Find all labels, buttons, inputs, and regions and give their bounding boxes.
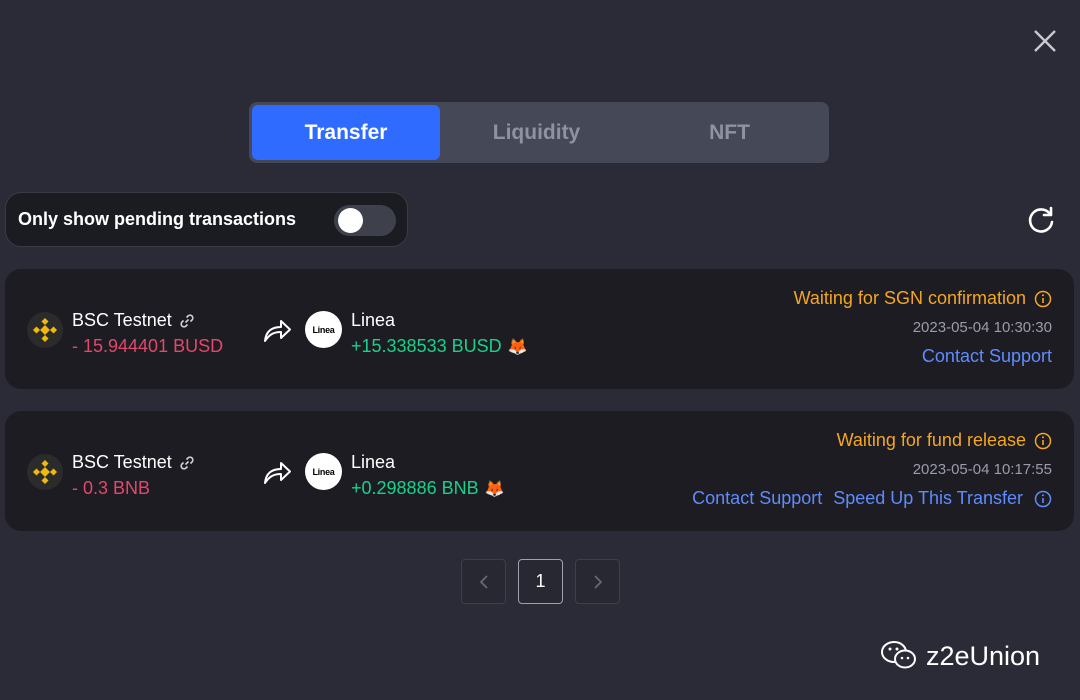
status-label: Waiting for SGN confirmation — [793, 288, 1026, 308]
page-number-button[interactable]: 1 — [518, 559, 563, 604]
transaction-actions: Contact Support Speed Up This Transfer — [692, 488, 1052, 509]
source-chain: BSC Testnet — [72, 310, 196, 331]
linea-chain-icon: Linea — [305, 311, 342, 348]
link-icon[interactable] — [178, 312, 196, 330]
transaction-actions: Contact Support — [922, 346, 1052, 367]
contact-support-link[interactable]: Contact Support — [922, 346, 1052, 367]
transaction-time: 2023-05-04 10:30:30 — [912, 319, 1052, 336]
transaction-time: 2023-05-04 10:17:55 — [912, 461, 1052, 478]
destination-chain-name: Linea — [351, 452, 396, 472]
chevron-right-icon — [593, 574, 602, 589]
refresh-icon[interactable] — [1026, 205, 1056, 235]
source-chain-name: BSC Testnet — [72, 310, 172, 330]
pending-toggle-switch[interactable] — [334, 205, 396, 236]
share-arrow-icon — [264, 462, 291, 484]
transaction-card: BSC Testnet - 0.3 BNB Linea Linea +0.298… — [5, 411, 1074, 531]
destination-amount-value: +15.338533 BUSD — [351, 336, 502, 356]
destination-amount-value: +0.298886 BNB — [351, 478, 479, 498]
contact-support-link[interactable]: Contact Support — [692, 488, 822, 509]
tab-liquidity[interactable]: Liquidity — [440, 105, 633, 160]
pending-filter: Only show pending transactions — [5, 192, 408, 247]
watermark: z2eUnion — [880, 640, 1040, 672]
share-arrow-icon — [264, 320, 291, 342]
destination-amount: +0.298886 BNB 🦊 — [351, 478, 505, 499]
bsc-chain-icon — [27, 312, 63, 348]
status-label: Waiting for fund release — [836, 430, 1026, 450]
info-icon[interactable] — [1034, 290, 1052, 308]
source-amount: - 0.3 BNB — [72, 478, 151, 498]
source-amount: - 15.944401 BUSD — [72, 336, 224, 356]
tab-nft[interactable]: NFT — [633, 105, 826, 160]
info-icon[interactable] — [1034, 432, 1052, 450]
chevron-left-icon — [479, 574, 488, 589]
transfer-history-modal: Transfer Liquidity NFT Only show pending… — [0, 0, 1080, 700]
destination-amount: +15.338533 BUSD 🦊 — [351, 336, 528, 357]
watermark-text: z2eUnion — [926, 640, 1041, 671]
speed-up-transfer-link[interactable]: Speed Up This Transfer — [833, 488, 1023, 509]
prev-page-button[interactable] — [461, 559, 506, 604]
tab-transfer[interactable]: Transfer — [252, 105, 440, 160]
history-tabs: Transfer Liquidity NFT — [249, 102, 829, 163]
status-text: Waiting for fund release — [837, 430, 1052, 451]
close-icon[interactable] — [1029, 25, 1061, 57]
pending-filter-label: Only show pending transactions — [18, 209, 297, 229]
linea-chain-icon: Linea — [305, 453, 342, 490]
source-chain: BSC Testnet — [72, 452, 196, 473]
pagination: 1 — [461, 559, 620, 604]
link-icon[interactable] — [178, 454, 196, 472]
source-chain-name: BSC Testnet — [72, 452, 172, 472]
status-text: Waiting for SGN confirmation — [794, 288, 1052, 309]
bsc-chain-icon — [27, 454, 63, 490]
wechat-icon — [881, 641, 916, 669]
metamask-fox-icon[interactable]: 🦊 — [485, 479, 505, 499]
toggle-knob — [338, 208, 363, 233]
next-page-button[interactable] — [575, 559, 620, 604]
metamask-fox-icon[interactable]: 🦊 — [508, 337, 528, 357]
transaction-card: BSC Testnet - 15.944401 BUSD Linea Linea… — [5, 269, 1074, 389]
info-icon[interactable] — [1034, 490, 1052, 508]
destination-chain-name: Linea — [351, 310, 396, 330]
